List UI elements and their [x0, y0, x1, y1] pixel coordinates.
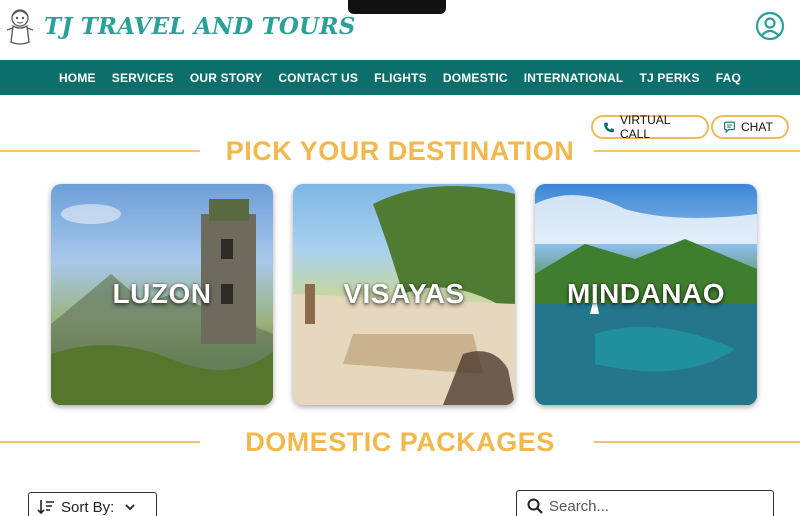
mindanao-label: MINDANAO [567, 278, 725, 309]
phone-icon [604, 122, 614, 132]
destination-heading: PICK YOUR DESTINATION [225, 136, 575, 166]
sort-label: Sort By: [61, 498, 115, 516]
luzon-label: LUZON [112, 278, 212, 309]
nav-item-contact-us[interactable]: CONTACT US [270, 71, 366, 85]
user-circle-icon[interactable] [755, 11, 785, 41]
chat-label: CHAT [741, 120, 773, 134]
site-header: TJ TRAVEL AND TOURS [0, 0, 800, 60]
destination-card-luzon[interactable]: LUZON [51, 184, 273, 405]
nav-item-flights[interactable]: FLIGHTS [366, 71, 435, 85]
chevron-down-icon [125, 504, 135, 511]
destination-card-visayas[interactable]: VISAYAS [293, 184, 515, 405]
visayas-label: VISAYAS [343, 278, 465, 309]
search-field[interactable] [516, 490, 774, 516]
mascot-logo-icon[interactable] [3, 6, 37, 46]
brand-title[interactable]: TJ TRAVEL AND TOURS [44, 13, 356, 40]
search-input[interactable] [549, 495, 764, 516]
sort-descending-icon [37, 500, 54, 515]
chat-bubble-icon [724, 121, 735, 133]
nav-item-services[interactable]: SERVICES [104, 71, 182, 85]
main-nav: HOME SERVICES OUR STORY CONTACT US FLIGH… [0, 60, 800, 95]
packages-heading: DOMESTIC PACKAGES [245, 427, 555, 457]
nav-item-tj-perks[interactable]: TJ PERKS [631, 71, 707, 85]
search-icon [527, 498, 543, 514]
nav-item-home[interactable]: HOME [51, 71, 104, 85]
nav-item-domestic[interactable]: DOMESTIC [435, 71, 516, 85]
sort-dropdown[interactable]: Sort By: [28, 492, 157, 516]
nav-item-international[interactable]: INTERNATIONAL [516, 71, 632, 85]
device-notch [348, 0, 446, 14]
nav-item-faq[interactable]: FAQ [708, 71, 749, 85]
nav-item-our-story[interactable]: OUR STORY [182, 71, 270, 85]
destination-card-mindanao[interactable]: MINDANAO [535, 184, 757, 405]
